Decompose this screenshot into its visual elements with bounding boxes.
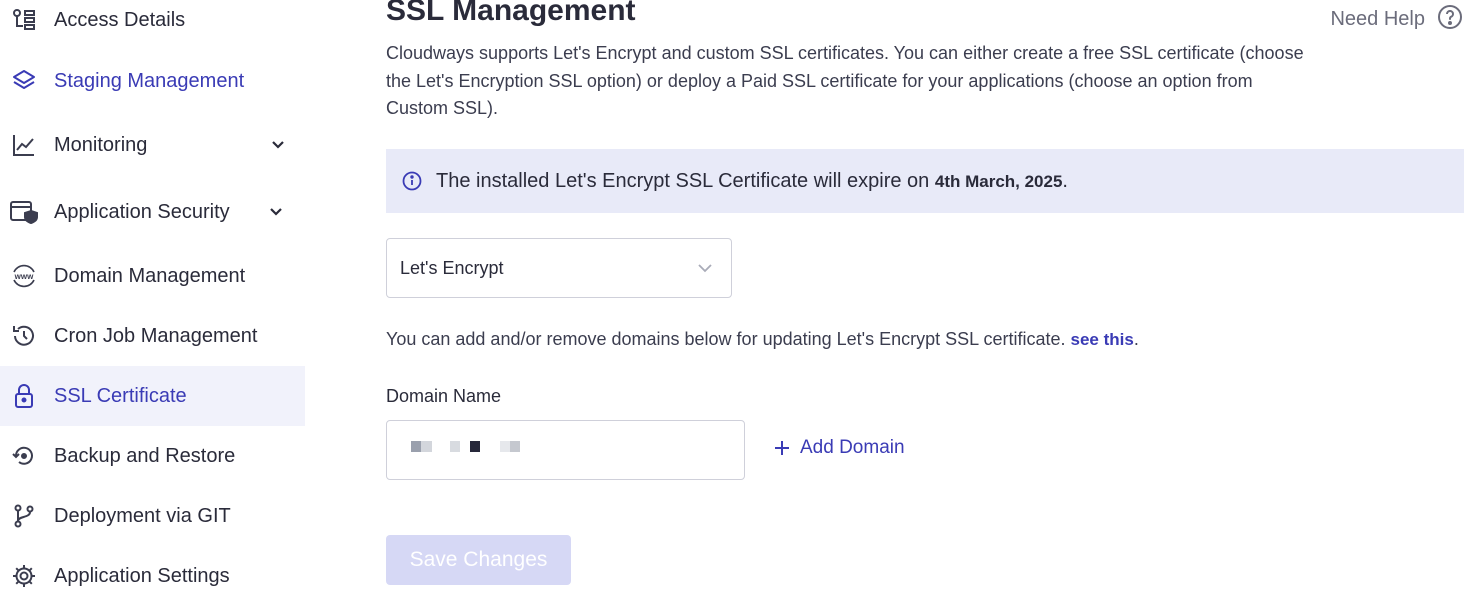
restore-icon <box>10 442 38 470</box>
chevron-down-icon[interactable] <box>269 136 287 154</box>
sidebar-item-backup-and-restore[interactable]: Backup and Restore <box>0 426 305 486</box>
chevron-down-icon <box>697 263 713 273</box>
sidebar-item-label: Monitoring <box>54 133 148 156</box>
sidebar-item-label: Access Details <box>54 8 186 31</box>
need-help-label: Need Help <box>1330 8 1425 30</box>
sidebar-item-label: Deployment via GIT <box>54 504 231 527</box>
chart-line-icon <box>10 131 38 159</box>
page-title: SSL Management <box>386 0 636 27</box>
domain-name-input[interactable] <box>386 420 745 480</box>
info-icon <box>402 171 422 191</box>
need-help-link[interactable]: Need Help <box>1330 4 1463 35</box>
sidebar-item-deployment-via-git[interactable]: Deployment via GIT <box>0 486 305 546</box>
sidebar-item-label: Cron Job Management <box>54 324 258 347</box>
sidebar: Access Details Staging Management Monito… <box>0 0 306 612</box>
sidebar-item-label: Application Security <box>54 200 230 223</box>
domain-name-label: Domain Name <box>386 386 502 406</box>
shield-window-icon <box>10 198 38 226</box>
sidebar-item-application-security[interactable]: Application Security <box>0 182 305 242</box>
svg-text:www: www <box>14 272 34 281</box>
sidebar-item-label: SSL Certificate <box>54 384 187 407</box>
sidebar-item-label: Backup and Restore <box>54 444 236 467</box>
see-this-link[interactable]: see this <box>1071 330 1134 349</box>
lock-icon <box>10 382 38 410</box>
expiry-alert: The installed Let's Encrypt SSL Certific… <box>386 149 1464 213</box>
sidebar-item-ssl-certificate[interactable]: SSL Certificate <box>0 366 305 426</box>
page-description: Cloudways supports Let's Encrypt and cus… <box>386 43 1304 118</box>
save-changes-button[interactable]: Save Changes <box>386 535 571 585</box>
sidebar-item-label: Staging Management <box>54 69 245 92</box>
sidebar-item-application-settings[interactable]: Application Settings <box>0 546 305 606</box>
ssl-type-value: Let's Encrypt <box>400 257 504 278</box>
sidebar-item-label: Domain Management <box>54 264 246 287</box>
www-globe-icon: www <box>10 262 38 290</box>
alert-text: The installed Let's Encrypt SSL Certific… <box>436 169 1068 192</box>
add-domain-button[interactable]: Add Domain <box>773 437 905 459</box>
sidebar-item-monitoring[interactable]: Monitoring <box>0 115 305 175</box>
layers-icon <box>10 67 38 95</box>
expiry-date: 4th March, 2025 <box>934 171 1063 191</box>
domain-info-text: You can add and/or remove domains below … <box>386 329 1139 349</box>
sidebar-item-access-details[interactable]: Access Details <box>0 0 305 50</box>
chevron-down-icon[interactable] <box>267 203 285 221</box>
sidebar-item-cron-job-management[interactable]: Cron Job Management <box>0 306 305 366</box>
question-circle-icon <box>1437 4 1463 35</box>
sidebar-item-staging-management[interactable]: Staging Management <box>0 51 305 111</box>
history-icon <box>10 322 38 350</box>
add-domain-label: Add Domain <box>800 437 905 458</box>
git-branch-icon <box>10 502 38 530</box>
sidebar-item-domain-management[interactable]: www Domain Management <box>0 246 305 306</box>
sidebar-item-label: Application Settings <box>54 564 230 587</box>
gear-icon <box>10 562 38 590</box>
ssl-type-select[interactable]: Let's Encrypt <box>386 238 732 298</box>
access-details-icon <box>10 6 38 34</box>
plus-icon <box>773 439 791 457</box>
